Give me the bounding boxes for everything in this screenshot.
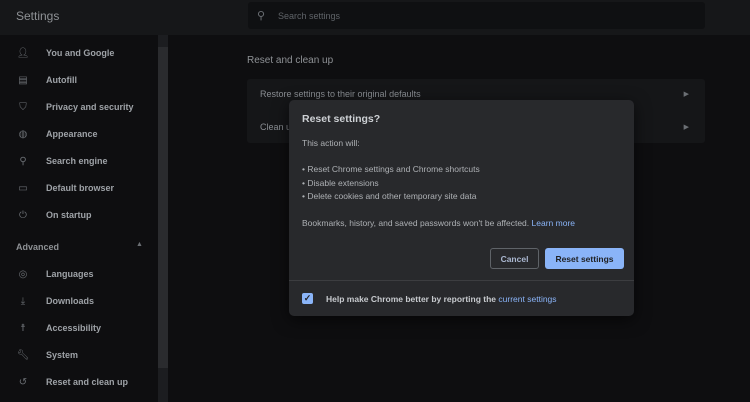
- browser-icon: ▭: [18, 182, 28, 194]
- sidebar-item-accessibility[interactable]: ☨ Accessibility: [0, 317, 150, 339]
- sidebar-item-privacy[interactable]: ⛉ Privacy and security: [0, 96, 150, 118]
- sidebar-item-label: System: [46, 350, 79, 360]
- search-icon: ⚲: [19, 155, 27, 167]
- clipboard-icon: ▤: [18, 74, 28, 86]
- sidebar-item-languages[interactable]: ◎ Languages: [0, 263, 150, 285]
- chevron-right-icon: ▶: [683, 91, 689, 98]
- wrench-icon: 🔧︎: [16, 349, 30, 361]
- report-checkbox-label: Help make Chrome better by reporting the…: [326, 294, 557, 304]
- sidebar-item-label: Search engine: [46, 156, 108, 166]
- sidebar-item-label: Accessibility: [46, 323, 102, 333]
- section-title: Reset and clean up: [247, 55, 334, 66]
- sidebar-item-reset[interactable]: ↺ Reset and clean up: [0, 371, 150, 393]
- globe-icon: ◎: [18, 268, 28, 280]
- sidebar-item-label: Appearance: [46, 129, 98, 139]
- download-icon: ⤓: [20, 295, 26, 307]
- palette-icon: ◍: [18, 128, 28, 140]
- header: Settings ⚲ Search settings: [0, 0, 750, 35]
- dialog-bullet: • Disable extensions: [302, 178, 379, 188]
- note-text: Bookmarks, history, and saved passwords …: [302, 218, 530, 228]
- divider: [289, 280, 634, 281]
- sidebar-item-label: Languages: [46, 269, 94, 279]
- search-input[interactable]: ⚲ Search settings: [248, 2, 705, 29]
- accessibility-icon: ☨: [20, 322, 26, 334]
- sidebar-item-on-startup[interactable]: ⏻ On startup: [0, 204, 150, 226]
- sidebar-item-label: Default browser: [46, 183, 115, 193]
- chevron-right-icon: ▶: [683, 124, 689, 131]
- dialog-intro: This action will:: [302, 138, 360, 148]
- sidebar-item-label: Downloads: [46, 296, 95, 306]
- learn-more-link[interactable]: Learn more: [532, 218, 575, 228]
- sidebar-item-appearance[interactable]: ◍ Appearance: [0, 123, 150, 145]
- sidebar-item-label: Autofill: [46, 75, 77, 85]
- sidebar-item-label: On startup: [46, 210, 92, 220]
- shield-icon: ⛉: [19, 101, 27, 113]
- dialog-bullet: • Reset Chrome settings and Chrome short…: [302, 164, 480, 174]
- current-settings-link[interactable]: current settings: [498, 294, 556, 304]
- sidebar-item-label: You and Google: [46, 48, 115, 58]
- search-icon: ⚲: [257, 10, 266, 22]
- sidebar-item-system[interactable]: 🔧︎ System: [0, 344, 150, 366]
- sidebar-scrollbar-thumb[interactable]: [158, 47, 168, 368]
- sidebar-item-downloads[interactable]: ⤓ Downloads: [0, 290, 150, 312]
- sidebar-item-label: Privacy and security: [46, 102, 134, 112]
- advanced-toggle[interactable]: Advanced: [16, 242, 59, 252]
- history-icon: ↺: [18, 376, 28, 388]
- sidebar-item-search-engine[interactable]: ⚲ Search engine: [0, 150, 150, 172]
- sidebar-item-label: Reset and clean up: [46, 377, 129, 387]
- chevron-up-icon[interactable]: ▲: [136, 241, 143, 248]
- person-icon: 👤︎: [16, 47, 30, 59]
- reset-settings-dialog: Reset settings? This action will: • Rese…: [289, 100, 634, 316]
- power-icon: ⏻: [19, 209, 27, 221]
- report-checkbox[interactable]: ✓: [302, 293, 313, 304]
- reset-settings-button[interactable]: Reset settings: [545, 248, 624, 269]
- page-title: Settings: [16, 9, 60, 23]
- dialog-title: Reset settings?: [302, 113, 381, 125]
- checkbox-text: Help make Chrome better by reporting the: [326, 294, 497, 304]
- dialog-bullet: • Delete cookies and other temporary sit…: [302, 191, 477, 201]
- cancel-button[interactable]: Cancel: [490, 248, 539, 269]
- restore-settings-row[interactable]: Restore settings to their original defau…: [260, 89, 421, 99]
- sidebar-item-you-and-google[interactable]: 👤︎ You and Google: [0, 42, 150, 64]
- sidebar-item-autofill[interactable]: ▤ Autofill: [0, 69, 150, 91]
- dialog-note: Bookmarks, history, and saved passwords …: [302, 218, 575, 228]
- sidebar-item-default-browser[interactable]: ▭ Default browser: [0, 177, 150, 199]
- search-placeholder: Search settings: [278, 11, 341, 21]
